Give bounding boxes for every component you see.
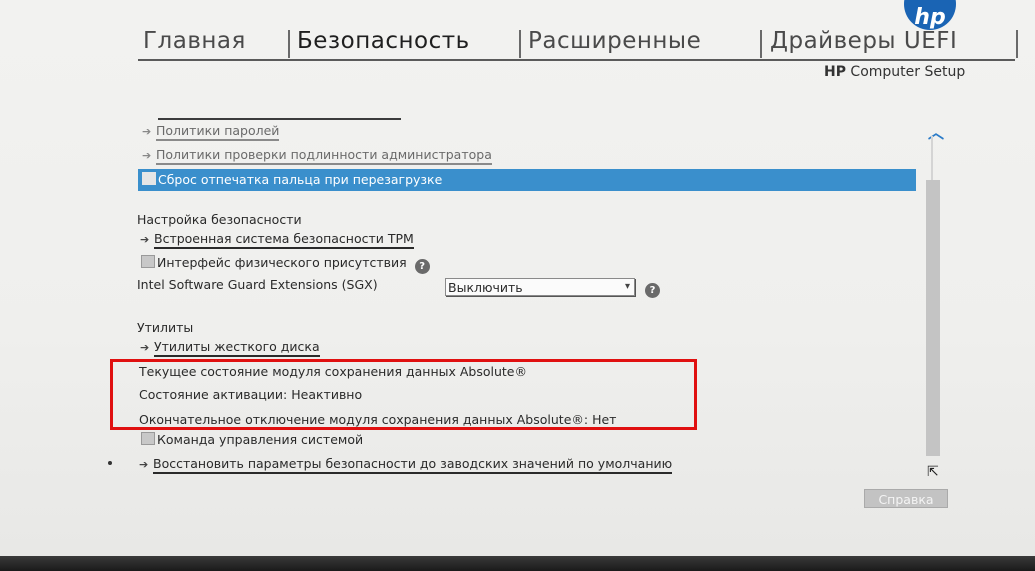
menu-item-hdd-utilities[interactable]: ➔ Утилиты жесткого диска <box>140 339 320 357</box>
tab-separator <box>519 30 521 58</box>
tab-main[interactable]: Главная <box>143 28 246 54</box>
option-system-management-command[interactable]: Команда управления системой <box>141 432 363 447</box>
tab-advanced[interactable]: Расширенные <box>528 28 701 54</box>
arrow-right-icon: ➔ <box>140 233 150 246</box>
menu-item-fingerprint-reset[interactable]: Сброс отпечатка пальца при перезагрузке <box>138 169 916 191</box>
help-button[interactable]: Справка <box>864 489 948 508</box>
section-heading-utilities: Утилиты <box>137 320 194 335</box>
product-title: HP Computer Setup <box>824 64 966 80</box>
highlight-box <box>110 359 697 430</box>
option-physical-presence[interactable]: Интерфейс физического присутствия? <box>141 255 430 274</box>
sgx-dropdown[interactable]: Выключить ▾ <box>445 278 635 296</box>
arrow-right-icon: ➔ <box>139 458 149 471</box>
menu-item-tpm[interactable]: ➔ Встроенная система безопасности TPM <box>140 231 414 249</box>
mouse-pointer-icon: ⇱ <box>927 464 939 480</box>
bios-screen: Главная Безопасность Расширенные Драйвер… <box>0 0 1035 556</box>
scrollbar-thumb[interactable] <box>926 180 940 456</box>
question-icon[interactable]: ? <box>645 283 660 298</box>
sgx-label: Intel Software Guard Extensions (SGX) <box>137 277 378 292</box>
section-divider <box>158 118 401 120</box>
tab-separator <box>288 30 290 58</box>
checkbox[interactable] <box>142 172 156 185</box>
menu-item-password-policies[interactable]: ➔ Политики паролей <box>142 123 280 141</box>
checkbox[interactable] <box>141 255 155 268</box>
section-heading-security-settings: Настройка безопасности <box>137 212 302 227</box>
header-divider <box>138 59 1015 61</box>
monitor-bezel <box>0 556 1035 571</box>
scrollbar-track-top <box>931 136 933 180</box>
menu-item-restore-security-defaults[interactable]: ➔ Восстановить параметры безопасности до … <box>139 456 673 474</box>
tab-security[interactable]: Безопасность <box>297 28 470 54</box>
arrow-right-icon: ➔ <box>140 341 150 354</box>
arrow-right-icon: ➔ <box>142 149 152 162</box>
tab-separator <box>1016 30 1018 58</box>
tab-uefi-drivers[interactable]: Драйверы UEFI <box>770 28 957 54</box>
checkbox[interactable] <box>141 432 155 445</box>
menu-item-admin-auth-policies[interactable]: ➔ Политики проверки подлинности администр… <box>142 147 492 165</box>
tab-separator <box>760 30 762 58</box>
chevron-down-icon: ▾ <box>624 281 630 292</box>
screen-dot <box>108 461 112 465</box>
arrow-right-icon: ➔ <box>142 125 152 138</box>
question-icon[interactable]: ? <box>414 259 430 274</box>
hp-logo: hp <box>904 0 956 30</box>
